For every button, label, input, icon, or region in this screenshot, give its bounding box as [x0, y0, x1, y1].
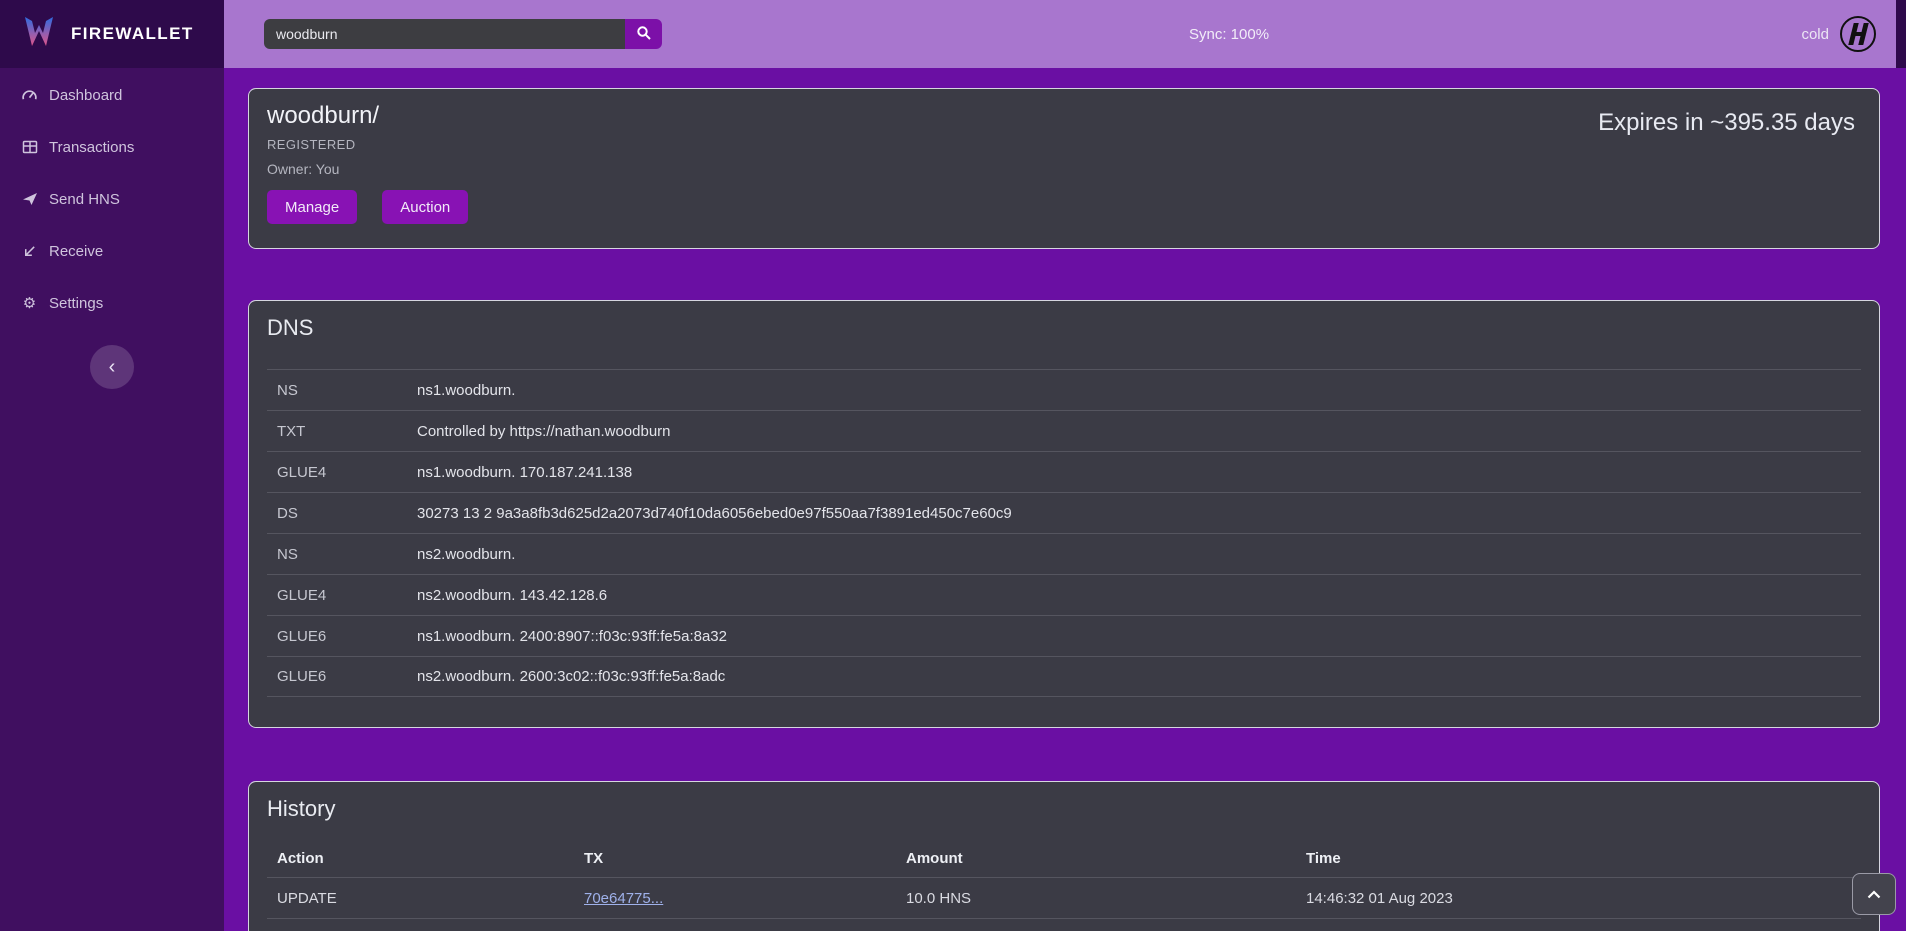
dns-record-row: TXT Controlled by https://nathan.woodbur…	[267, 410, 1861, 451]
dns-record-row: GLUE6 ns2.woodburn. 2600:3c02::f03c:93ff…	[267, 656, 1861, 697]
column-header-action: Action	[277, 850, 584, 867]
history-card-title: History	[267, 796, 335, 822]
dns-record-value: Controlled by https://nathan.woodburn	[417, 423, 1861, 440]
table-icon	[20, 139, 39, 155]
column-header-tx: TX	[584, 850, 906, 867]
chevron-left-icon: ‹	[109, 356, 116, 379]
search-input[interactable]	[264, 19, 625, 49]
dns-record-row: GLUE4 ns1.woodburn. 170.187.241.138	[267, 451, 1861, 492]
history-row: UPDATE 70e64775... 10.0 HNS 14:46:32 01 …	[267, 877, 1861, 918]
domain-status: REGISTERED	[267, 137, 1861, 152]
dns-record-type: NS	[277, 546, 417, 563]
dns-record-value: ns2.woodburn. 2600:3c02::f03c:93ff:fe5a:…	[417, 668, 1861, 685]
column-header-time: Time	[1306, 850, 1861, 867]
history-card: History Action TX Amount Time UPDATE 70e…	[248, 781, 1880, 931]
chevron-up-icon	[1867, 887, 1881, 902]
dns-record-type: NS	[277, 382, 417, 399]
history-table-header: Action TX Amount Time	[267, 840, 1861, 877]
dns-record-type: GLUE4	[277, 587, 417, 604]
tx-link[interactable]: 70e64775...	[584, 890, 663, 907]
domain-card: woodburn/ REGISTERED Owner: You Manage A…	[248, 88, 1880, 249]
sync-status: Sync: 100%	[1189, 0, 1269, 68]
dns-record-value: ns2.woodburn.	[417, 546, 1861, 563]
sidebar-item-transactions[interactable]: Transactions	[0, 121, 224, 173]
brand-block: FIREWALLET	[0, 0, 224, 68]
dns-records-table: NS ns1.woodburn. TXT Controlled by https…	[267, 369, 1861, 697]
dns-record-row: NS ns2.woodburn.	[267, 533, 1861, 574]
search-bar	[264, 19, 662, 49]
sidebar-item-label: Send HNS	[49, 191, 120, 208]
manage-button[interactable]: Manage	[267, 190, 357, 224]
history-amount: 10.0 HNS	[906, 890, 1306, 907]
scroll-to-top-button[interactable]	[1852, 873, 1896, 915]
send-icon	[20, 191, 39, 207]
dns-record-value: 30273 13 2 9a3a8fb3d625d2a2073d740f10da6…	[417, 505, 1861, 522]
sidebar-collapse-button[interactable]: ‹	[90, 345, 134, 389]
dns-record-row: GLUE4 ns2.woodburn. 143.42.128.6	[267, 574, 1861, 615]
history-time: 14:46:32 01 Aug 2023	[1306, 890, 1861, 907]
dns-record-value: ns1.woodburn. 170.187.241.138	[417, 464, 1861, 481]
topbar: Sync: 100% cold	[224, 0, 1906, 68]
sidebar-item-send-hns[interactable]: Send HNS	[0, 173, 224, 225]
dns-record-row: NS ns1.woodburn.	[267, 369, 1861, 410]
wallet-switcher: cold	[1801, 0, 1906, 68]
app-window: FIREWALLET Dashboard	[0, 0, 1906, 931]
dns-record-value: ns2.woodburn. 143.42.128.6	[417, 587, 1861, 604]
search-icon	[636, 25, 652, 44]
receive-arrow-icon	[20, 244, 39, 259]
dns-record-type: GLUE4	[277, 464, 417, 481]
brand-name: FIREWALLET	[71, 24, 194, 44]
dns-card-title: DNS	[267, 315, 313, 341]
dns-record-type: DS	[277, 505, 417, 522]
domain-expiry: Expires in ~395.35 days	[1598, 109, 1855, 137]
firewallet-w-logo	[20, 14, 58, 55]
sidebar-item-receive[interactable]: Receive	[0, 225, 224, 277]
auction-button[interactable]: Auction	[382, 190, 468, 224]
dns-record-value: ns1.woodburn.	[417, 382, 1861, 399]
dns-record-row: GLUE6 ns1.woodburn. 2400:8907::f03c:93ff…	[267, 615, 1861, 656]
history-row: RENEW 472e5c4... 10.0 HNS 15:47:36 07 Fe…	[267, 918, 1861, 931]
sidebar-item-label: Transactions	[49, 139, 134, 156]
history-table: Action TX Amount Time UPDATE 70e64775...…	[267, 840, 1861, 931]
domain-actions: Manage Auction	[267, 190, 1861, 224]
dns-record-type: TXT	[277, 423, 417, 440]
dns-record-type: GLUE6	[277, 668, 417, 685]
gear-icon: ⚙	[20, 296, 39, 311]
wallet-name: cold	[1801, 26, 1829, 43]
gauge-icon	[20, 87, 39, 104]
history-rows: UPDATE 70e64775... 10.0 HNS 14:46:32 01 …	[267, 877, 1861, 931]
sidebar-item-dashboard[interactable]: Dashboard	[0, 69, 224, 121]
domain-owner: Owner: You	[267, 161, 1861, 177]
sidebar: FIREWALLET Dashboard	[0, 0, 224, 931]
handshake-logo[interactable]	[1838, 14, 1878, 54]
dns-record-row: DS 30273 13 2 9a3a8fb3d625d2a2073d740f10…	[267, 492, 1861, 533]
dns-record-value: ns1.woodburn. 2400:8907::f03c:93ff:fe5a:…	[417, 628, 1861, 645]
sidebar-item-label: Settings	[49, 295, 103, 312]
sidebar-item-label: Receive	[49, 243, 103, 260]
search-button[interactable]	[625, 19, 662, 49]
main-content: woodburn/ REGISTERED Owner: You Manage A…	[224, 68, 1906, 931]
dns-record-type: GLUE6	[277, 628, 417, 645]
sidebar-nav: Dashboard Transactions S	[0, 69, 224, 329]
sidebar-item-settings[interactable]: ⚙ Settings	[0, 277, 224, 329]
dns-card: DNS NS ns1.woodburn. TXT Controlled by h…	[248, 300, 1880, 728]
sidebar-item-label: Dashboard	[49, 87, 122, 104]
history-action: UPDATE	[277, 890, 584, 907]
column-header-amount: Amount	[906, 850, 1306, 867]
scrollbar-track	[1896, 0, 1906, 68]
